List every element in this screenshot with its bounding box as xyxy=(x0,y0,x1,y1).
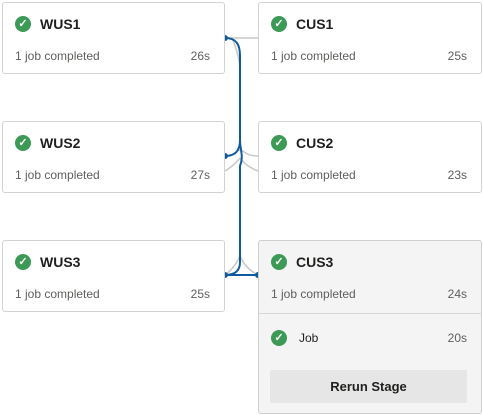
stage-duration: 26s xyxy=(190,49,210,63)
check-circle-icon: ✓ xyxy=(15,254,31,270)
check-circle-icon: ✓ xyxy=(271,135,287,151)
check-circle-icon: ✓ xyxy=(271,330,287,346)
stage-card-cus1[interactable]: ✓ CUS1 1 job completed 25s xyxy=(258,2,482,74)
stage-name: CUS2 xyxy=(296,135,334,151)
job-row[interactable]: ✓ Job 20s xyxy=(271,329,467,347)
check-circle-icon: ✓ xyxy=(271,254,287,270)
stage-header: ✓ CUS1 xyxy=(271,16,333,32)
active-connectors xyxy=(224,37,258,276)
stage-header: ✓ WUS1 xyxy=(15,16,80,32)
stage-card-wus2[interactable]: ✓ WUS2 1 job completed 27s xyxy=(2,121,225,193)
stage-status: 1 job completed xyxy=(15,168,100,182)
stage-status: 1 job completed xyxy=(271,287,356,301)
stage-header: ✓ WUS2 xyxy=(15,135,80,151)
stage-status: 1 job completed xyxy=(271,168,356,182)
stage-duration: 23s xyxy=(447,168,467,182)
stage-name: CUS1 xyxy=(296,16,334,32)
stage-duration: 25s xyxy=(190,287,210,301)
stage-card-wus3[interactable]: ✓ WUS3 1 job completed 25s xyxy=(2,240,225,312)
stage-name: WUS1 xyxy=(40,16,81,32)
stage-duration: 24s xyxy=(447,287,467,301)
stage-header: ✓ CUS2 xyxy=(271,135,333,151)
stage-card-cus2[interactable]: ✓ CUS2 1 job completed 23s xyxy=(258,121,482,193)
stage-name: CUS3 xyxy=(296,254,334,270)
rerun-stage-button[interactable]: Rerun Stage xyxy=(270,370,467,403)
stage-card-wus1[interactable]: ✓ WUS1 1 job completed 26s xyxy=(2,2,225,74)
stage-name: WUS2 xyxy=(40,135,81,151)
stage-status: 1 job completed xyxy=(271,49,356,63)
stage-duration: 25s xyxy=(447,49,467,63)
job-duration: 20s xyxy=(447,331,467,345)
stage-duration: 27s xyxy=(190,168,210,182)
stage-name: WUS3 xyxy=(40,254,81,270)
check-circle-icon: ✓ xyxy=(15,135,31,151)
stage-header: ✓ CUS3 xyxy=(271,254,333,270)
stage-card-cus3-expanded[interactable]: ✓ CUS3 1 job completed 24s ✓ Job 20s Rer… xyxy=(258,240,482,414)
check-circle-icon: ✓ xyxy=(15,16,31,32)
check-circle-icon: ✓ xyxy=(271,16,287,32)
divider xyxy=(259,313,481,314)
stage-status: 1 job completed xyxy=(15,287,100,301)
stage-status: 1 job completed xyxy=(15,49,100,63)
job-name: Job xyxy=(299,331,319,345)
stage-header: ✓ WUS3 xyxy=(15,254,80,270)
